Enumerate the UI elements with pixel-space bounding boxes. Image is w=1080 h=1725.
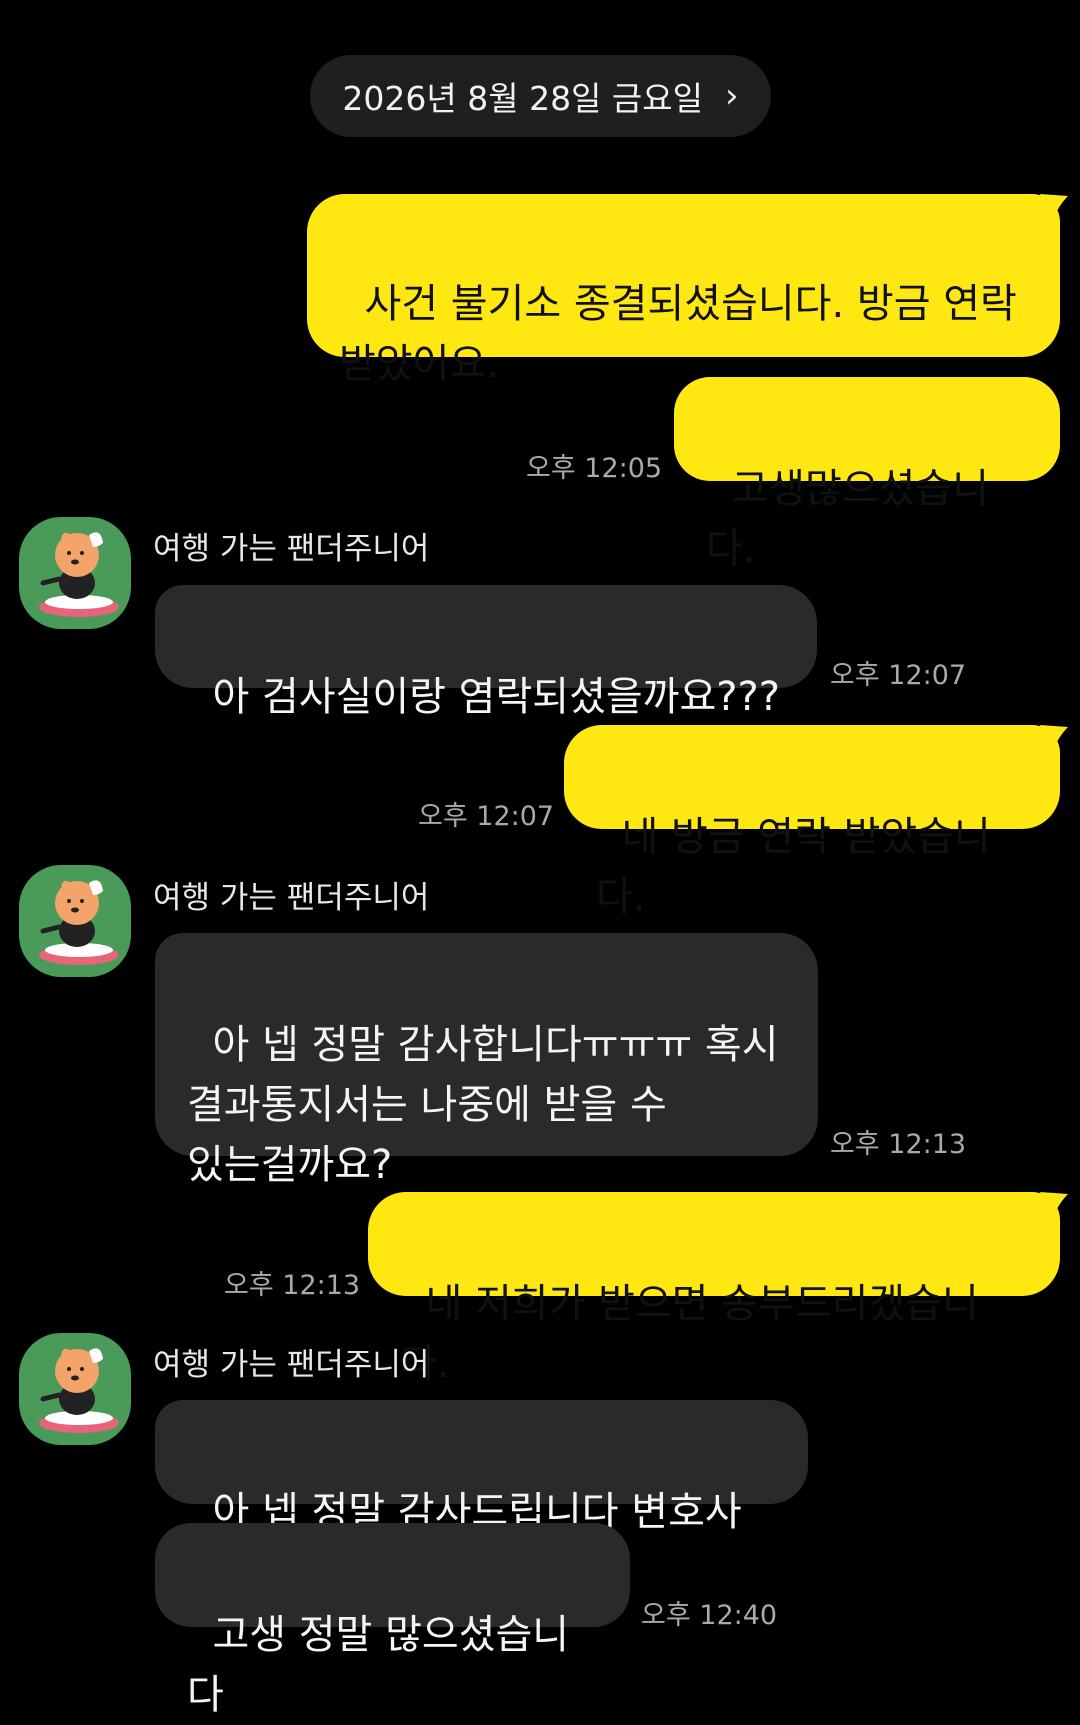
sent-message-bubble[interactable]: 네 방금 연락 받았습니다. (564, 725, 1060, 920)
date-divider[interactable]: 2026년 8월 28일 금요일 › (310, 55, 771, 137)
chevron-right-icon: › (725, 76, 739, 116)
bubble-tail (1040, 725, 1068, 753)
sender-avatar[interactable] (19, 1333, 131, 1445)
message-timestamp: 오후 12:40 (641, 1600, 778, 1631)
panda-character-icon (39, 532, 119, 617)
bubble-tail (1040, 194, 1068, 222)
message-text: 네 방금 연락 받았습니다. (596, 814, 991, 920)
message-text: 고생 정말 많으셨습니다 (187, 1612, 570, 1718)
sender-name: 여행 가는 팬더주니어 (153, 531, 430, 567)
panda-character-icon (39, 880, 119, 965)
sender-name: 여행 가는 팬더주니어 (153, 1347, 430, 1383)
received-message-bubble[interactable]: 고생 정말 많으셨습니다 (155, 1523, 630, 1718)
sender-avatar[interactable] (19, 517, 131, 629)
bubble-tail (1040, 1192, 1068, 1220)
received-message-bubble[interactable]: 아 검사실이랑 염락되셨을까요??? (155, 585, 817, 720)
message-timestamp: 오후 12:07 (830, 660, 967, 691)
sent-message-bubble[interactable]: 사건 불기소 종결되셨습니다. 방금 연락 받았어요. (307, 194, 1060, 387)
sent-message-bubble[interactable]: 고생많으셨습니다. (674, 377, 1060, 572)
message-text: 네 저희가 받으면 송부드리겠습니다. (400, 1281, 979, 1387)
sender-avatar[interactable] (19, 865, 131, 977)
sent-message-bubble[interactable]: 네 저희가 받으면 송부드리겠습니다. (368, 1192, 1060, 1387)
message-timestamp: 오후 12:07 (418, 801, 555, 832)
message-timestamp: 오후 12:05 (526, 453, 663, 484)
received-message-bubble[interactable]: 아 넵 정말 감사합니다ㅠㅠㅠ 혹시 결과통지서는 나중에 받을 수 있는걸까요… (155, 933, 818, 1188)
message-text: 아 검사실이랑 염락되셨을까요??? (212, 674, 780, 720)
message-text: 고생많으셨습니다. (706, 466, 990, 572)
date-divider-label: 2026년 8월 28일 금요일 (342, 79, 703, 118)
message-timestamp: 오후 12:13 (224, 1270, 361, 1301)
received-message-bubble[interactable]: 아 넵 정말 감사드립니다 변호사님 (155, 1400, 808, 1595)
message-text: 아 넵 정말 감사합니다ㅠㅠㅠ 혹시 결과통지서는 나중에 받을 수 있는걸까요… (187, 1022, 779, 1188)
panda-character-icon (39, 1348, 119, 1433)
message-timestamp: 오후 12:13 (830, 1129, 967, 1160)
message-text: 사건 불기소 종결되셨습니다. 방금 연락 받았어요. (339, 281, 1017, 387)
sender-name: 여행 가는 팬더주니어 (153, 880, 430, 916)
